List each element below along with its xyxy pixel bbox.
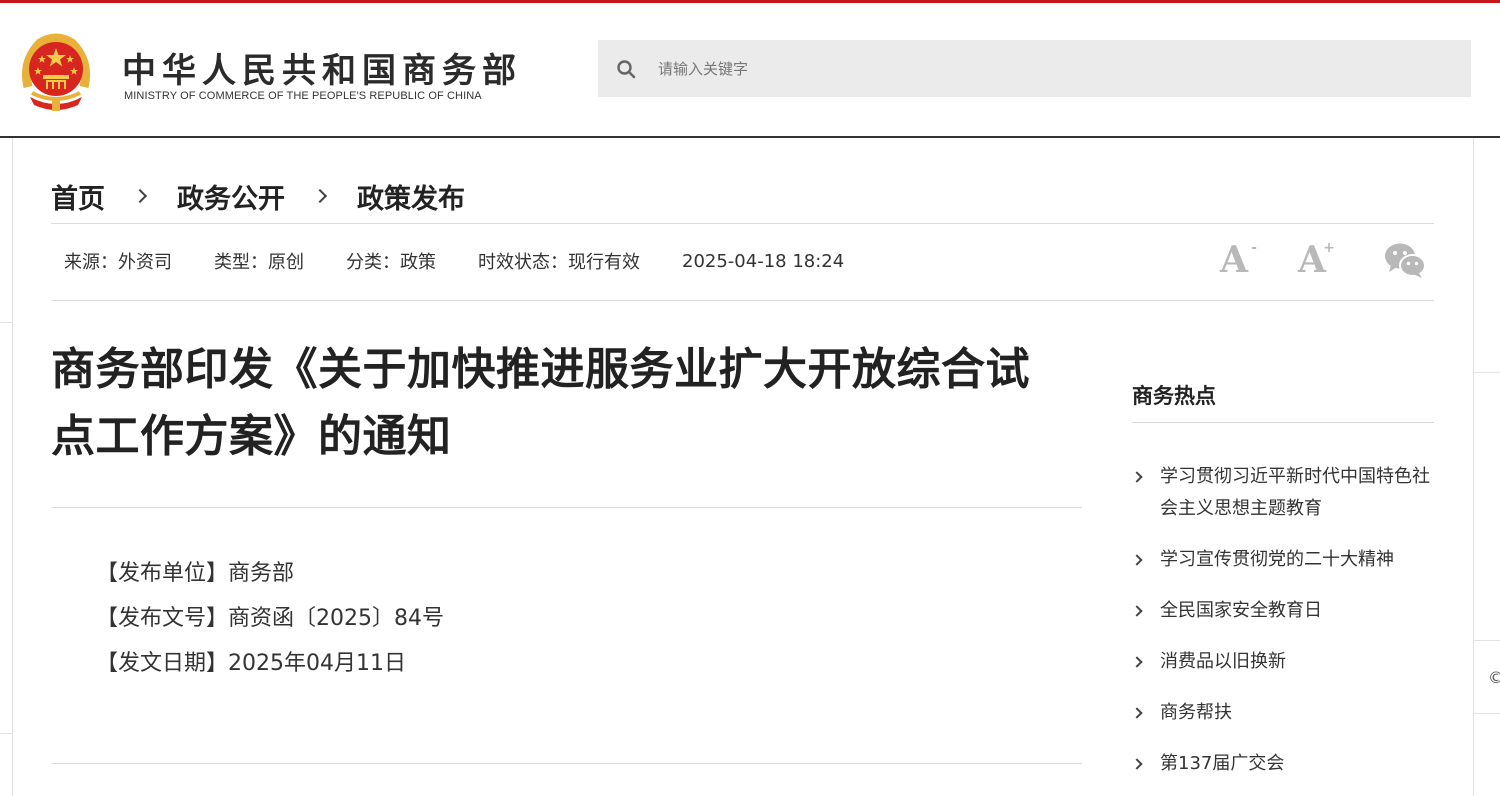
chevron-right-icon bbox=[1131, 656, 1143, 668]
info-document-number: 【发布文号】商资函〔2025〕84号 bbox=[96, 606, 444, 631]
chevron-right-icon bbox=[1131, 605, 1143, 617]
divider bbox=[51, 507, 1082, 508]
sidebar-item-thematic-education[interactable]: 学习贯彻习近平新时代中国特色社会主义思想主题教育 bbox=[1131, 461, 1432, 525]
breadcrumb-policy-release[interactable]: 政策发布 bbox=[357, 177, 465, 216]
meta-category: 分类：政策 bbox=[346, 252, 436, 273]
chevron-right-icon bbox=[1131, 471, 1143, 483]
national-emblem-icon[interactable] bbox=[18, 31, 94, 113]
site-title[interactable]: 中华人民共和国商务部 bbox=[122, 43, 522, 92]
sidebar-item-label: 消费品以旧换新 bbox=[1160, 651, 1286, 672]
search-input[interactable] bbox=[658, 40, 1448, 97]
sidebar-item-twentieth-congress[interactable]: 学习宣传贯彻党的二十大精神 bbox=[1131, 544, 1432, 576]
chevron-right-icon bbox=[312, 188, 328, 204]
sidebar-item-commerce-assistance[interactable]: 商务帮扶 bbox=[1131, 697, 1432, 729]
breadcrumb-home[interactable]: 首页 bbox=[51, 177, 105, 216]
sidebar-item-trade-in[interactable]: 消费品以旧换新 bbox=[1131, 646, 1432, 678]
search-icon[interactable] bbox=[616, 59, 636, 79]
font-decrease-icon[interactable]: A- bbox=[1220, 239, 1257, 281]
article-tools: A- A + bbox=[1220, 238, 1426, 282]
gutter-divider bbox=[1474, 372, 1500, 373]
article-title: 商务部印发《关于加快推进服务业扩大开放综合试点工作方案》的通知 bbox=[51, 344, 1030, 462]
gutter-divider bbox=[1474, 713, 1500, 714]
decrease-mark: - bbox=[1251, 240, 1257, 256]
font-decrease-glyph: A bbox=[1220, 239, 1248, 281]
divider bbox=[1132, 422, 1434, 423]
meta-datetime: 2025-04-18 18:24 bbox=[682, 250, 845, 272]
divider bbox=[51, 763, 1082, 764]
breadcrumb-government-affairs[interactable]: 政务公开 bbox=[177, 177, 285, 216]
sidebar-title: 商务热点 bbox=[1132, 384, 1216, 408]
sidebar-item-label: 学习宣传贯彻党的二十大精神 bbox=[1160, 549, 1394, 570]
sidebar-item-label: 全民国家安全教育日 bbox=[1160, 600, 1322, 621]
info-issue-date: 【发文日期】2025年04月11日 bbox=[96, 651, 406, 676]
gutter-divider bbox=[0, 733, 12, 734]
article-info: 【发布单位】商务部 【发布文号】商资函〔2025〕84号 【发文日期】2025年… bbox=[96, 551, 444, 686]
page-frame-right bbox=[1473, 138, 1474, 796]
font-increase-glyph: A bbox=[1297, 239, 1326, 281]
breadcrumb: 首页 政务公开 政策发布 bbox=[51, 176, 465, 216]
divider bbox=[51, 300, 1434, 301]
article-meta: 来源：外资司 类型：原创 分类：政策 时效状态：现行有效 2025-04-18 … bbox=[64, 247, 886, 275]
meta-type: 类型：原创 bbox=[214, 252, 304, 273]
chevron-right-icon bbox=[1131, 707, 1143, 719]
chevron-right-icon bbox=[132, 188, 148, 204]
increase-mark: + bbox=[1323, 240, 1335, 256]
site-subtitle: MINISTRY OF COMMERCE OF THE PEOPLE'S REP… bbox=[124, 90, 482, 102]
meta-status: 时效状态：现行有效 bbox=[478, 252, 640, 273]
page-frame-left bbox=[12, 138, 13, 796]
floating-widget-icon[interactable]: © bbox=[1488, 668, 1500, 687]
font-increase-icon[interactable]: A + bbox=[1297, 239, 1335, 281]
search-box bbox=[598, 40, 1471, 97]
sidebar-item-canton-fair[interactable]: 第137届广交会 bbox=[1131, 748, 1432, 780]
hot-topics-list: 学习贯彻习近平新时代中国特色社会主义思想主题教育 学习宣传贯彻党的二十大精神 全… bbox=[1131, 461, 1432, 796]
sidebar-item-national-security-day[interactable]: 全民国家安全教育日 bbox=[1131, 595, 1432, 627]
wechat-icon[interactable] bbox=[1384, 241, 1426, 279]
gutter-divider bbox=[0, 322, 12, 323]
chevron-right-icon bbox=[1131, 758, 1143, 770]
gutter-divider bbox=[1474, 640, 1500, 641]
meta-source: 来源：外资司 bbox=[64, 252, 172, 273]
sidebar-item-label: 学习贯彻习近平新时代中国特色社会主义思想主题教育 bbox=[1160, 466, 1430, 519]
sidebar-item-label: 商务帮扶 bbox=[1160, 702, 1232, 723]
info-issuer: 【发布单位】商务部 bbox=[96, 561, 295, 586]
sidebar-item-label: 第137届广交会 bbox=[1160, 753, 1285, 774]
chevron-right-icon bbox=[1131, 554, 1143, 566]
site-header: 中华人民共和国商务部 MINISTRY OF COMMERCE OF THE P… bbox=[0, 3, 1500, 138]
divider bbox=[51, 223, 1434, 224]
